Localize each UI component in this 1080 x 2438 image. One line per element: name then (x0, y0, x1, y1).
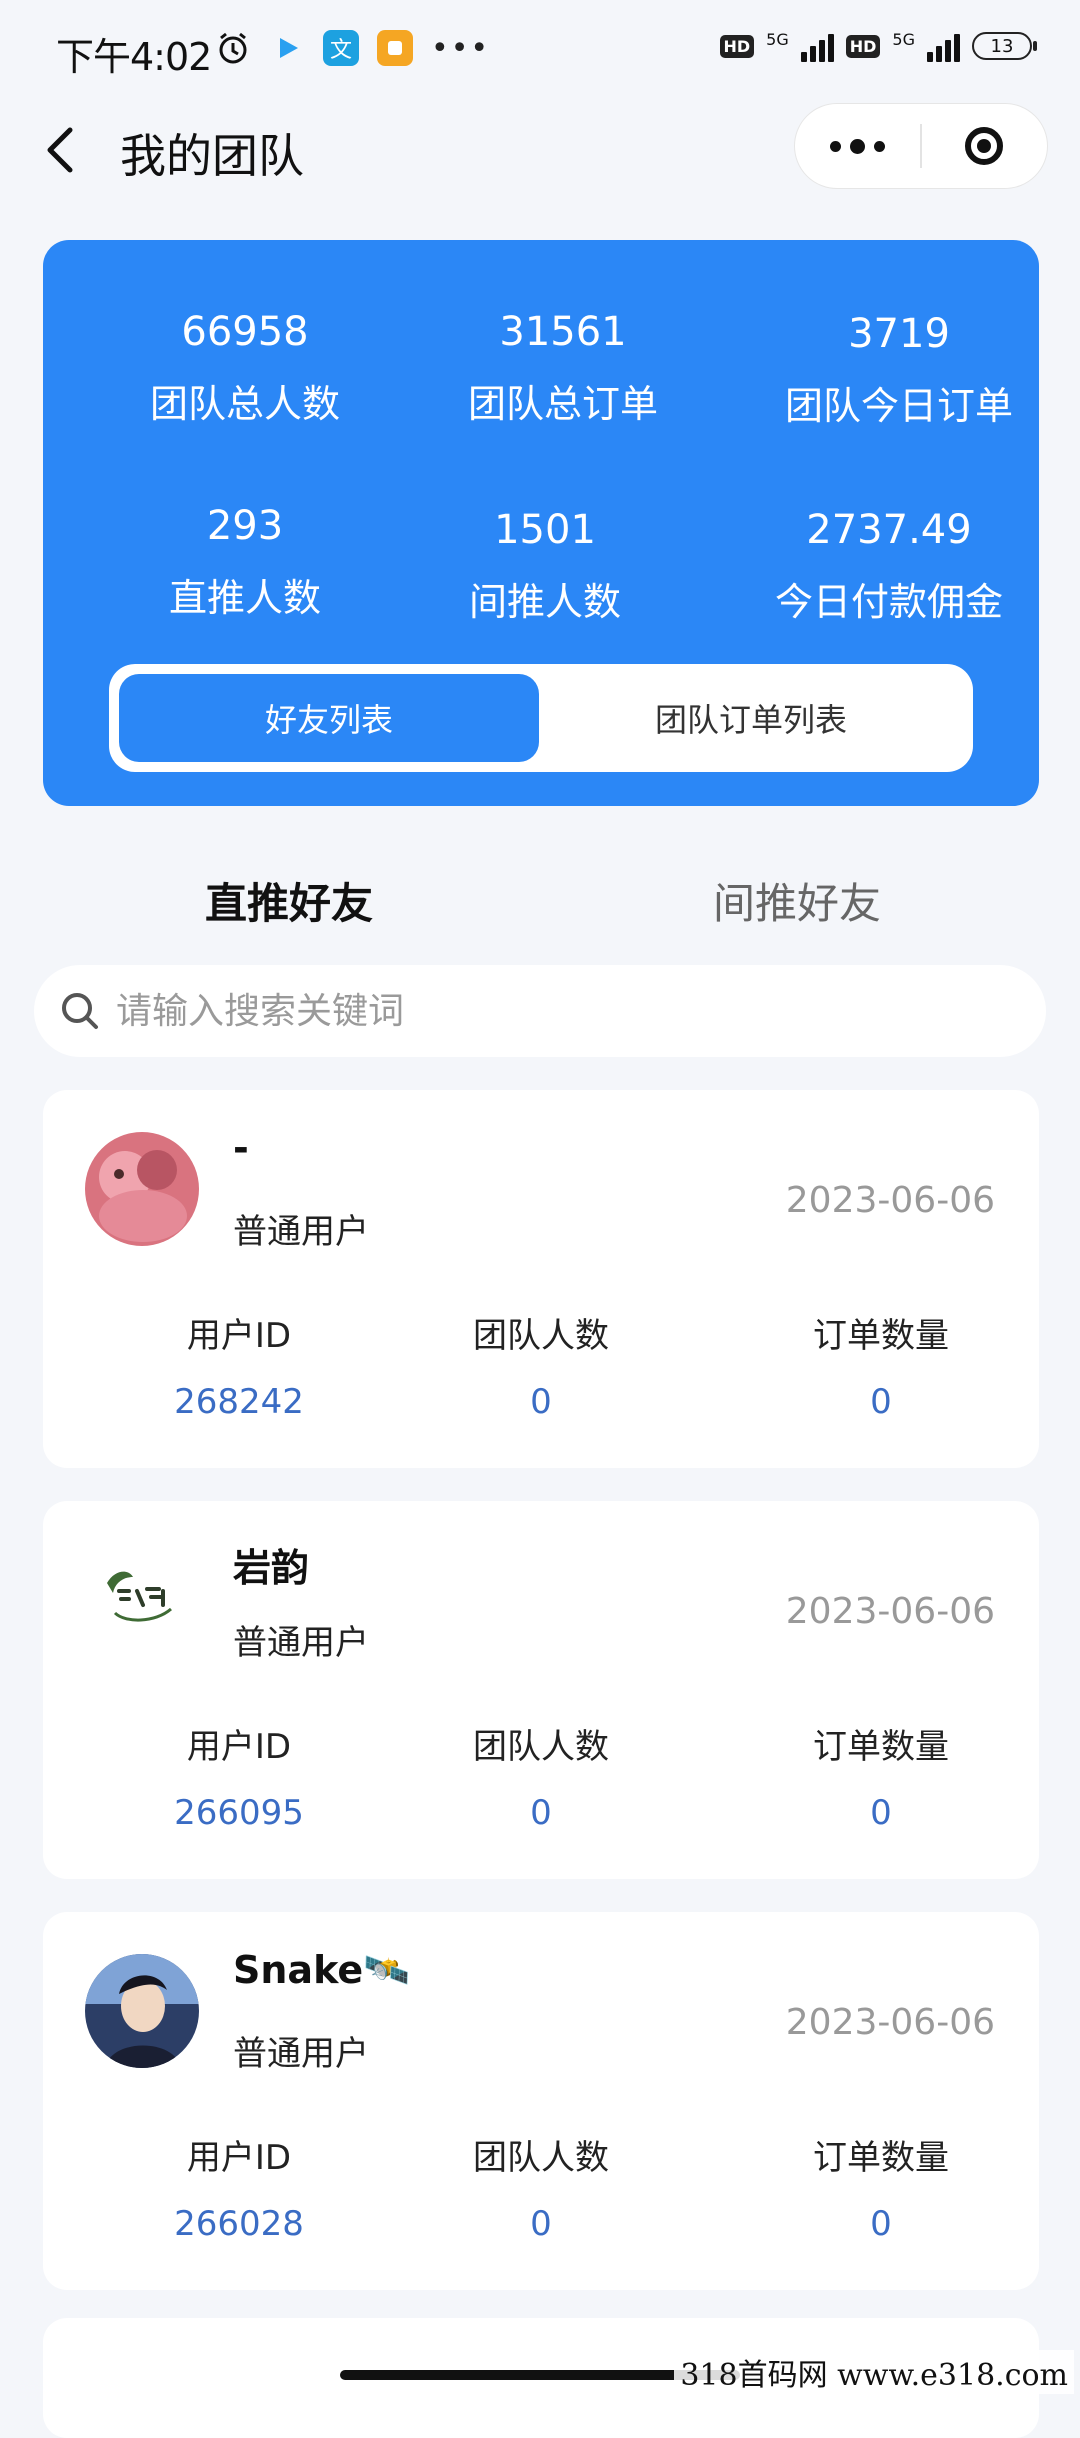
friend-card[interactable]: Snake🛰️ 普通用户 2023-06-06 用户ID 团队人数 订单数量 2… (43, 1912, 1039, 2290)
alarm-icon (215, 30, 251, 66)
stat-value: 293 (206, 503, 284, 549)
user-id-label: 用户ID (186, 1316, 292, 1356)
stat-value: 66958 (181, 309, 309, 355)
order-count-label: 订单数量 (813, 1727, 949, 1767)
page-title: 我的团队 (120, 129, 304, 183)
stat-value: 3719 (848, 311, 950, 357)
friend-role: 普通用户 (233, 1212, 369, 1252)
nav-bar: 我的团队 (0, 100, 1080, 200)
order-count-value: 0 (870, 2204, 892, 2244)
avatar (85, 1132, 199, 1246)
friend-name: 岩韵 (233, 1546, 310, 1590)
search-input[interactable] (114, 989, 998, 1033)
tab-direct-friends[interactable]: 直推好友 (205, 870, 373, 931)
stat-label: 团队今日订单 (784, 384, 1013, 428)
signal-icon (800, 30, 834, 62)
team-orders-list-button[interactable]: 团队订单列表 (539, 674, 963, 762)
team-size-value: 0 (530, 2204, 552, 2244)
mini-program-capsule (794, 103, 1048, 189)
search-icon (62, 993, 98, 1029)
watermark: 318首码网 www.e318.com (674, 2350, 1074, 2394)
stat-value: 2737.49 (806, 507, 972, 553)
status-notification-icons: 文 ••• (215, 30, 490, 66)
stat-team-total-members: 66958 团队总人数 (95, 308, 395, 428)
user-id-value: 266095 (174, 1793, 304, 1833)
hd-icon: HD (719, 34, 755, 58)
network-label: 5G (892, 30, 915, 49)
back-icon[interactable] (40, 122, 80, 178)
stat-label: 间推人数 (468, 580, 621, 624)
stat-indirect-referrals: 1501 间推人数 (395, 506, 695, 626)
order-count-value: 0 (870, 1382, 892, 1422)
stat-direct-referrals: 293 直推人数 (95, 502, 395, 622)
play-icon (269, 30, 305, 66)
notes-app-icon (377, 30, 413, 66)
avatar (85, 1954, 199, 2068)
order-count-value: 0 (870, 1793, 892, 1833)
join-date: 2023-06-06 (785, 2002, 995, 2043)
team-size-label: 团队人数 (473, 1316, 609, 1356)
order-count-label: 订单数量 (813, 2138, 949, 2178)
team-stats-card: 66958 团队总人数 31561 团队总订单 3719 团队今日订单 293 … (43, 240, 1039, 806)
stat-team-total-orders: 31561 团队总订单 (413, 308, 713, 428)
stat-label: 今日付款佣金 (774, 580, 1003, 624)
stat-value: 31561 (499, 309, 627, 355)
friend-card[interactable]: - 普通用户 2023-06-06 用户ID 团队人数 订单数量 268242 … (43, 1090, 1039, 1468)
avatar (85, 1543, 199, 1657)
team-size-label: 团队人数 (473, 2138, 609, 2178)
status-bar: 下午4:02 文 ••• HD 5G HD 5G 13 (0, 0, 1080, 100)
search-bar (34, 965, 1046, 1057)
stat-team-today-orders: 3719 团队今日订单 (749, 310, 1049, 430)
friend-card[interactable]: 岩韵 普通用户 2023-06-06 用户ID 团队人数 订单数量 266095… (43, 1501, 1039, 1879)
friends-list-button[interactable]: 好友列表 (119, 674, 539, 762)
friend-name: - (233, 1126, 249, 1170)
network-label: 5G (766, 30, 789, 49)
team-size-label: 团队人数 (473, 1727, 609, 1767)
stat-label: 直推人数 (168, 576, 321, 620)
close-mini-program-icon[interactable] (922, 104, 1047, 188)
translate-app-icon: 文 (323, 30, 359, 66)
hd-icon: HD (845, 34, 881, 58)
team-size-value: 0 (530, 1382, 552, 1422)
stat-today-commission: 2737.49 今日付款佣金 (739, 506, 1039, 626)
friend-name: Snake🛰️ (233, 1948, 411, 1992)
status-time: 下午4:02 (56, 35, 212, 79)
stat-value: 1501 (494, 507, 596, 553)
signal-icon (927, 30, 960, 62)
battery-icon: 13 (972, 32, 1037, 60)
user-id-label: 用户ID (186, 2138, 292, 2178)
user-id-value: 268242 (174, 1382, 304, 1422)
stat-label: 团队总人数 (149, 382, 340, 426)
status-system-icons: HD 5G HD 5G 13 (719, 30, 1037, 62)
friend-role: 普通用户 (233, 2034, 369, 2074)
more-notifications-icon: ••• (431, 30, 491, 66)
battery-level: 13 (990, 35, 1014, 57)
more-options-icon[interactable] (795, 104, 920, 188)
order-count-label: 订单数量 (813, 1316, 949, 1356)
join-date: 2023-06-06 (785, 1591, 995, 1632)
tab-indirect-friends[interactable]: 间推好友 (713, 870, 881, 931)
user-id-value: 266028 (174, 2204, 304, 2244)
list-toggle: 好友列表 团队订单列表 (109, 664, 973, 772)
friend-role: 普通用户 (233, 1623, 369, 1663)
team-size-value: 0 (530, 1793, 552, 1833)
user-id-label: 用户ID (186, 1727, 292, 1767)
stat-label: 团队总订单 (467, 382, 658, 426)
join-date: 2023-06-06 (785, 1180, 995, 1221)
